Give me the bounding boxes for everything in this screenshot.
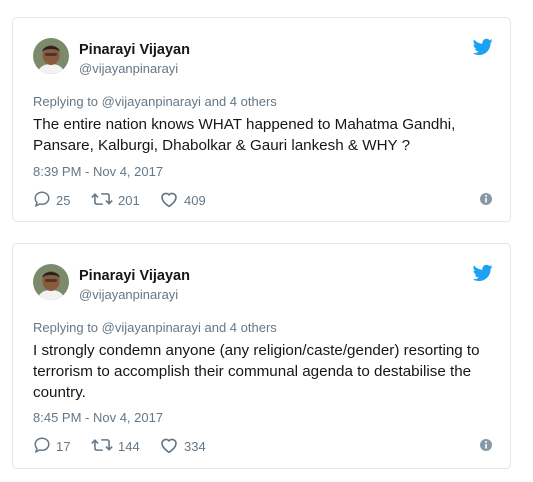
like-button[interactable]: 409 bbox=[159, 190, 206, 210]
heart-icon bbox=[159, 190, 184, 211]
reply-context: Replying to @vijayanpinarayi and 4 other… bbox=[33, 94, 277, 109]
reply-others-link[interactable]: and 4 others bbox=[205, 94, 277, 109]
reply-icon bbox=[33, 436, 56, 457]
reply-prefix: Replying to bbox=[33, 94, 99, 109]
display-name[interactable]: Pinarayi Vijayan bbox=[79, 42, 190, 58]
reply-context: Replying to @vijayanpinarayi and 4 other… bbox=[33, 320, 277, 335]
like-count: 409 bbox=[184, 192, 206, 208]
retweet-count: 144 bbox=[118, 438, 140, 454]
twitter-bird-icon[interactable] bbox=[472, 264, 493, 282]
tweet-text: I strongly condemn anyone (any religion/… bbox=[33, 342, 480, 401]
tweet-actions: 17 144 334 bbox=[33, 436, 493, 456]
reply-others-link[interactable]: and 4 others bbox=[205, 320, 277, 335]
user-handle[interactable]: @vijayanpinarayi bbox=[79, 287, 178, 302]
twitter-bird-icon[interactable] bbox=[472, 38, 493, 56]
tweet-timestamp[interactable]: 8:39 PM - Nov 4, 2017 bbox=[33, 164, 163, 179]
retweet-icon bbox=[91, 190, 118, 211]
reply-button[interactable]: 17 bbox=[33, 436, 70, 456]
tweet-timestamp[interactable]: 8:45 PM - Nov 4, 2017 bbox=[33, 410, 163, 425]
avatar[interactable] bbox=[33, 38, 69, 74]
avatar[interactable] bbox=[33, 264, 69, 300]
like-count: 334 bbox=[184, 438, 206, 454]
tweet-actions: 25 201 409 bbox=[33, 190, 493, 210]
tweet-text: The entire nation knows WHAT happened to… bbox=[33, 116, 456, 154]
reply-mention-link[interactable]: @vijayanpinarayi bbox=[102, 320, 201, 335]
display-name[interactable]: Pinarayi Vijayan bbox=[79, 268, 190, 284]
like-button[interactable]: 334 bbox=[159, 436, 206, 456]
tweet-header: Pinarayi Vijayan @vijayanpinarayi bbox=[33, 38, 493, 80]
reply-button[interactable]: 25 bbox=[33, 190, 70, 210]
user-handle[interactable]: @vijayanpinarayi bbox=[79, 61, 178, 76]
info-icon[interactable] bbox=[479, 438, 493, 452]
reply-count: 25 bbox=[56, 192, 71, 208]
retweet-button[interactable]: 201 bbox=[91, 190, 140, 210]
retweet-count: 201 bbox=[118, 192, 140, 208]
retweet-icon bbox=[91, 436, 118, 457]
heart-icon bbox=[159, 436, 184, 457]
retweet-button[interactable]: 144 bbox=[91, 436, 140, 456]
reply-prefix: Replying to bbox=[33, 320, 99, 335]
reply-icon bbox=[33, 190, 56, 211]
reply-count: 17 bbox=[56, 438, 71, 454]
tweet-header: Pinarayi Vijayan @vijayanpinarayi bbox=[33, 264, 493, 306]
info-icon[interactable] bbox=[479, 192, 493, 206]
tweet-card[interactable]: Pinarayi Vijayan @vijayanpinarayi Replyi… bbox=[12, 17, 511, 222]
reply-mention-link[interactable]: @vijayanpinarayi bbox=[102, 94, 201, 109]
tweet-card[interactable]: Pinarayi Vijayan @vijayanpinarayi Replyi… bbox=[12, 243, 511, 469]
